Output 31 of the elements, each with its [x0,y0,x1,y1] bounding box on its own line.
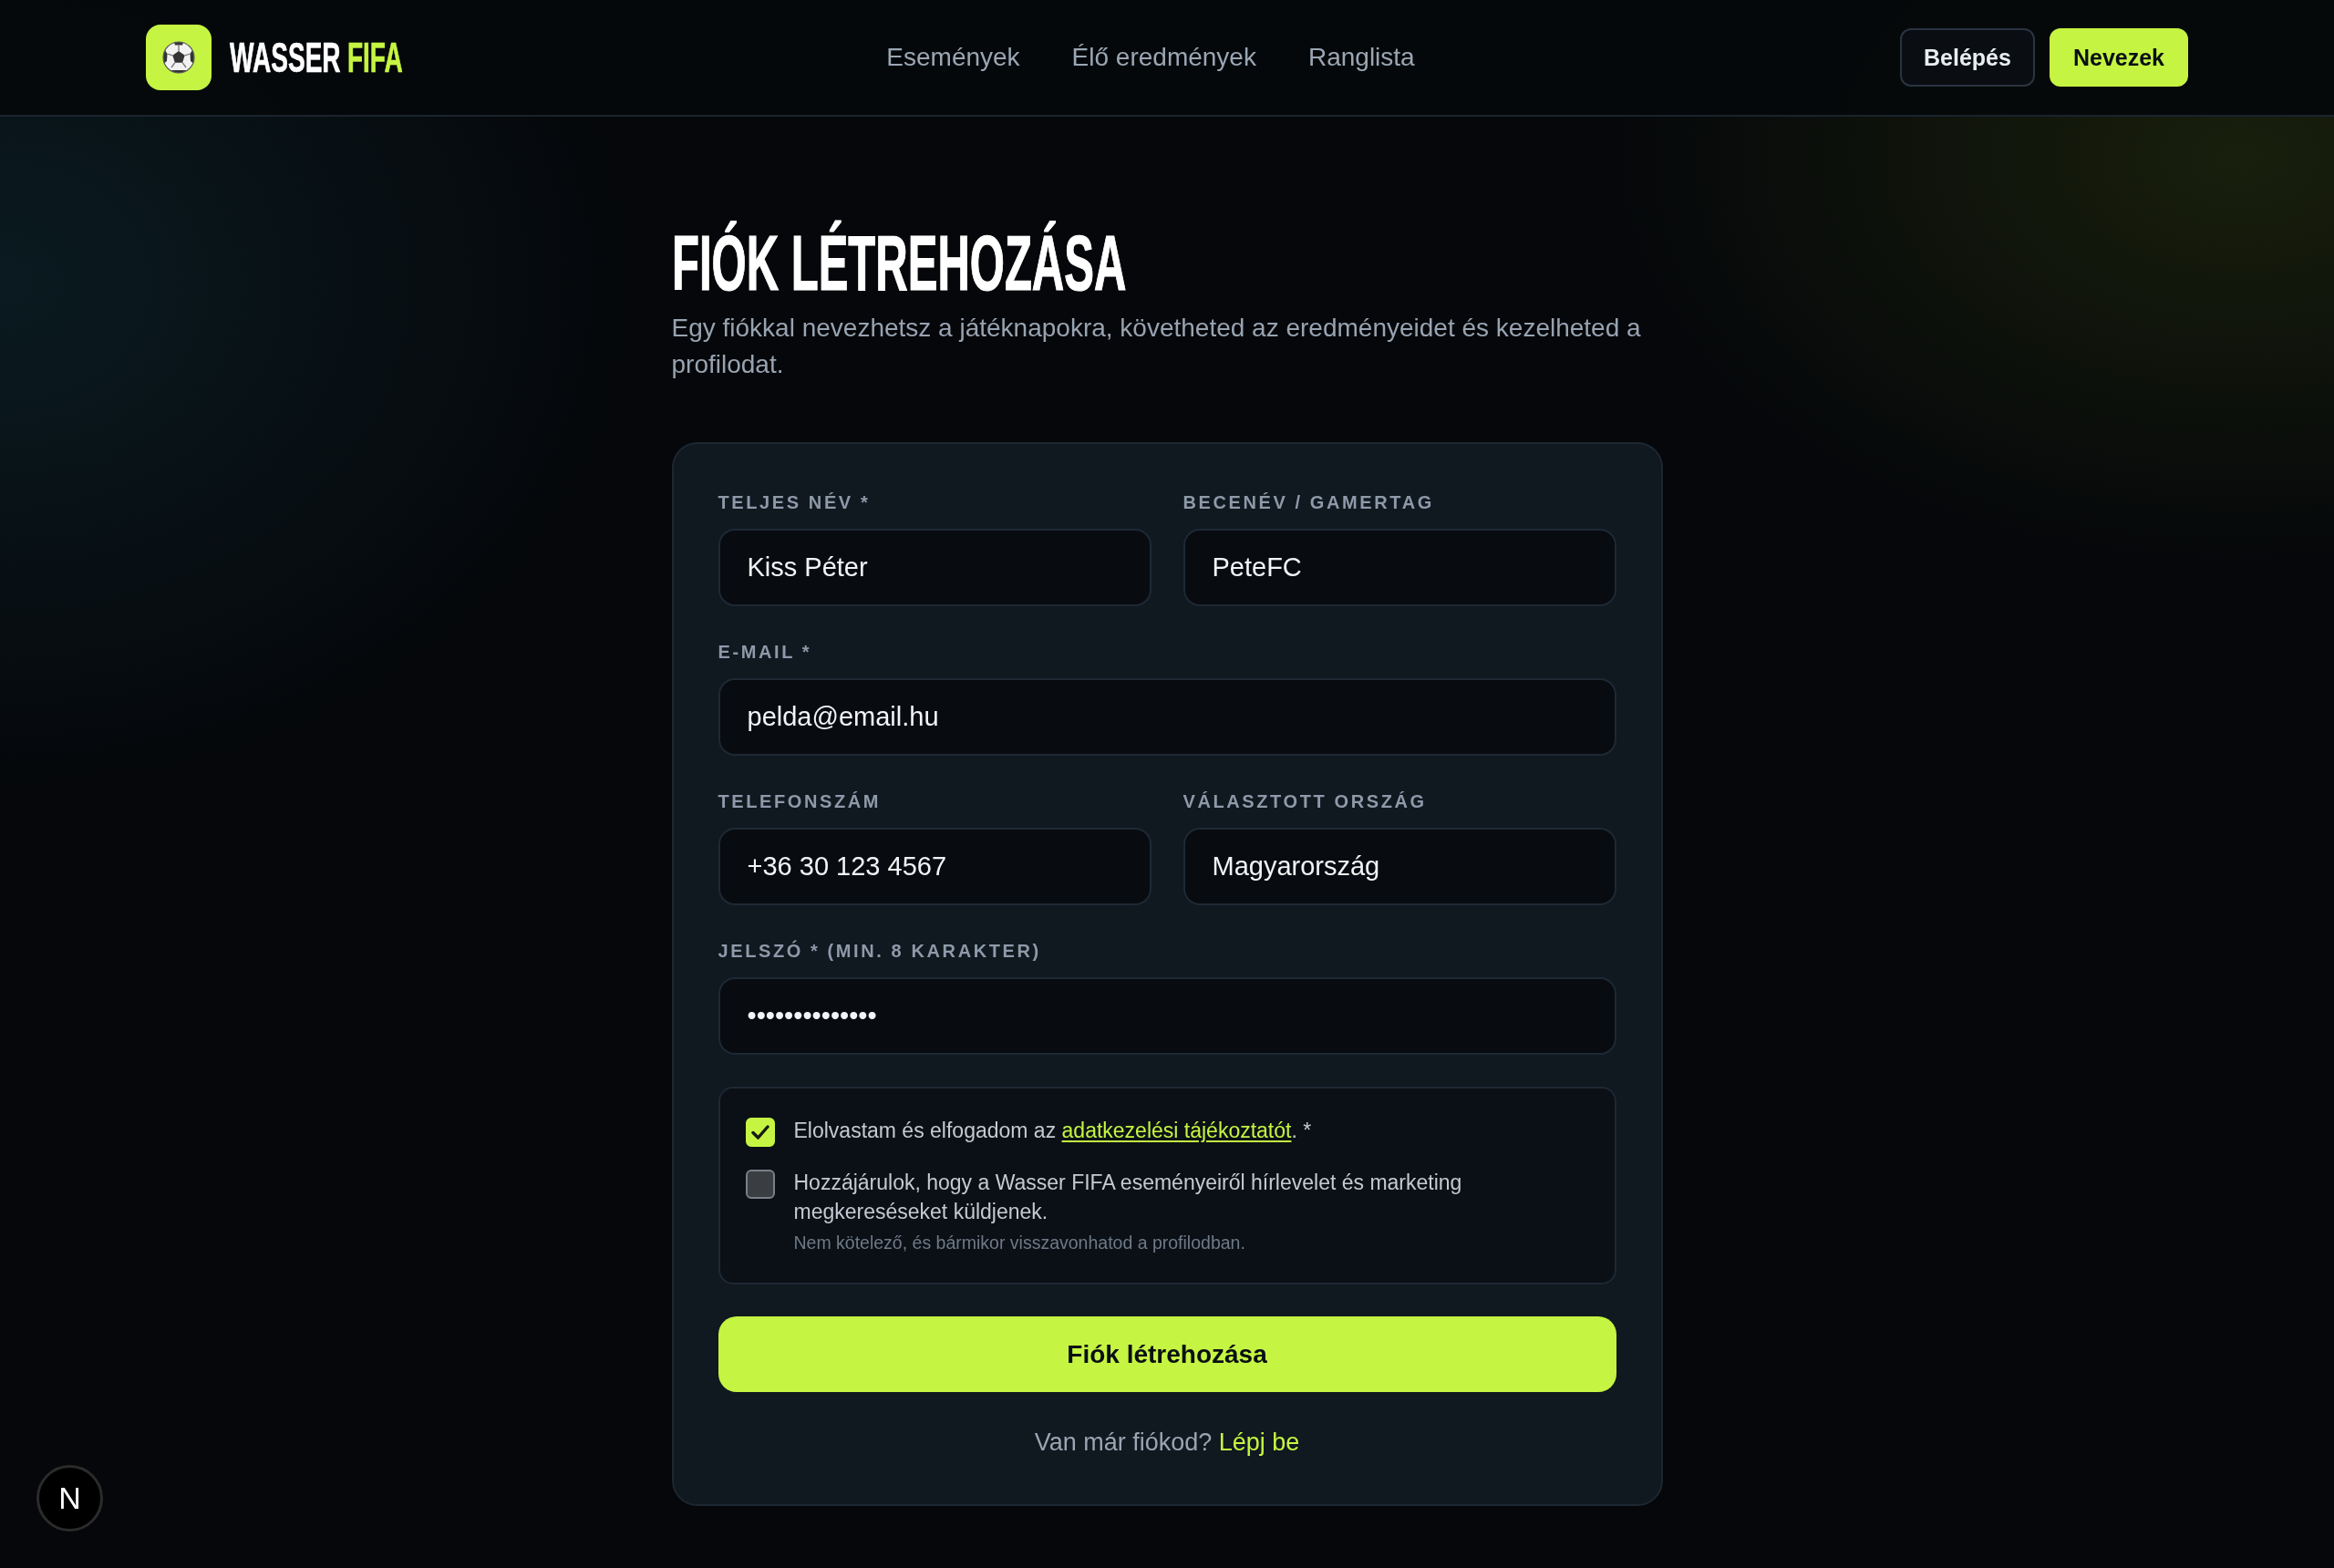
input-field[interactable]: +36 30 123 4567 [718,828,1152,905]
consent-text: Elolvastam és elfogadom az adatkezelési tájékoztatót. * [793,1118,1312,1144]
input-field[interactable]: •••••••••••••• [718,977,1616,1055]
register-button[interactable]: Nevezek [2049,28,2188,87]
nav-link[interactable]: Ranglista [1307,43,1415,72]
field-label: VÁLASZTOTT ORSZÁG [1182,790,1428,813]
privacy-policy-link[interactable]: adatkezelési tájékoztatót [1061,1119,1292,1142]
checkmark-icon [750,1125,769,1140]
field-label: BECENÉV / GAMERTAG [1182,491,1435,514]
field-label: E-MAIL * [718,641,813,664]
consent-note: Nem kötelező, és bármikor visszavonhatod a profilodban. [793,1232,1246,1254]
field-label: JELSZÓ * (MIN. 8 KARAKTER) [718,939,1042,963]
create-account-button[interactable]: Fiók létrehozása [718,1316,1616,1392]
login-link[interactable]: Lépj be [1218,1429,1300,1456]
field-label: TELJES NÉV * [718,491,872,514]
dev-indicator-button[interactable]: N [36,1465,103,1532]
input-field[interactable]: Magyarország [1182,828,1616,905]
field-label: TELEFONSZÁM [718,790,883,813]
login-button[interactable]: Belépés [1900,28,2035,87]
page-subtitle: Egy fiókkal nevezhetsz a játéknapokra, követheted az eredményeidet és kezelheted a profilodat. [671,313,1642,380]
input-field[interactable]: PeteFC [1182,529,1616,606]
nav-link[interactable]: Élő eredmények [1071,43,1256,72]
consent-text: Hozzájárulok, hogy a Wasser FIFA eseményeiről hírlevelet és marketing megkereséseket küldjenek. [793,1170,1463,1225]
logo-accent-text: FIFA [346,34,403,81]
login-prompt: Van már fiókod? Lépj be [1033,1428,1301,1458]
input-field[interactable]: Kiss Péter [718,529,1152,606]
logo-text: WASSER [230,34,341,81]
nav-link[interactable]: Események [886,43,1020,72]
page-title: FIÓK LÉTREHOZÁSA [671,222,1126,303]
checkbox[interactable] [745,1170,775,1199]
input-field[interactable]: pelda@email.hu [718,678,1616,756]
